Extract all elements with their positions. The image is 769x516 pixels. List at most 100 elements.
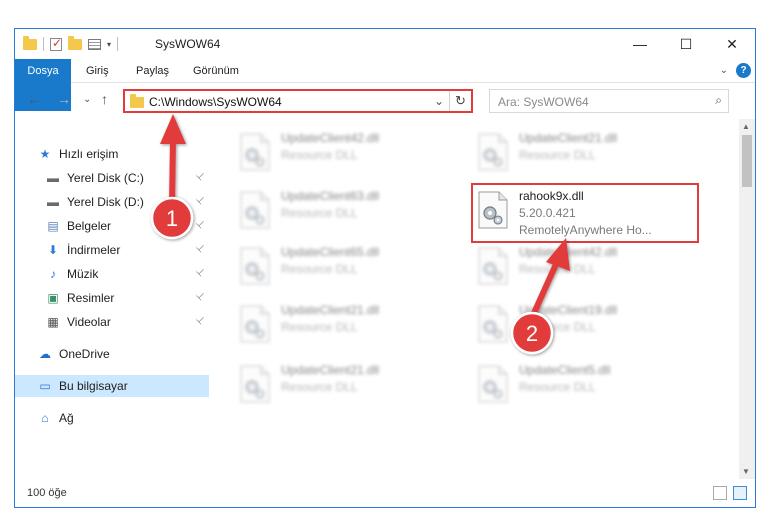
file-item[interactable]: UpdateClient65.dll Resource DLL: [235, 241, 455, 293]
file-name: UpdateClient19.dll: [519, 303, 618, 317]
sidebar-item[interactable]: ▤ Belgeler ⊥: [15, 215, 209, 237]
dll-file-icon: [239, 133, 271, 171]
minimize-button[interactable]: —: [617, 29, 663, 59]
search-placeholder[interactable]: Ara: SysWOW64: [498, 95, 589, 109]
dll-file-icon: [239, 247, 271, 285]
dll-file-icon: [477, 133, 509, 171]
sidebar-item[interactable]: ♪ Müzik ⊥: [15, 263, 209, 285]
sidebar-item-label: Hızlı erişim: [59, 147, 119, 161]
navigation-pane: ★ Hızlı erişim ▬ Yerel Disk (C:) ⊥ ▬ Yerel Dis…: [15, 119, 215, 479]
file-name: rahook9x.dll: [519, 189, 584, 203]
pin-icon[interactable]: ⊥: [194, 194, 208, 208]
file-item[interactable]: UpdateClient42.dll Resource DLL: [235, 127, 455, 179]
close-button[interactable]: ✕: [709, 29, 755, 59]
tab-view[interactable]: Görünüm: [193, 59, 239, 83]
properties-check-icon[interactable]: [50, 36, 62, 51]
folder-icon: [23, 35, 37, 50]
maximize-button[interactable]: ☐: [663, 29, 709, 59]
file-name: UpdateClient63.dll: [281, 189, 380, 203]
file-detail: Resource DLL: [519, 262, 596, 276]
sidebar-item[interactable]: ★ Hızlı erişim: [15, 143, 209, 165]
sidebar-item[interactable]: ☁ OneDrive: [15, 343, 209, 365]
file-name: UpdateClient42.dll: [519, 245, 618, 259]
sidebar-item[interactable]: ▬ Yerel Disk (D:) ⊥: [15, 191, 209, 213]
pin-icon[interactable]: ⊥: [194, 266, 208, 280]
toolbar-dropdown-icon[interactable]: ▾: [107, 40, 111, 49]
file-detail: Resource DLL: [281, 148, 358, 162]
vertical-scrollbar[interactable]: ▲ ▼: [739, 119, 755, 479]
file-name: UpdateClient21.dll: [281, 303, 380, 317]
pin-icon[interactable]: ⊥: [194, 170, 208, 184]
file-description: RemotelyAnywhere Ho...: [519, 223, 652, 237]
file-item[interactable]: UpdateClient42.dll Resource DLL: [473, 241, 693, 293]
pin-icon[interactable]: ⊥: [194, 218, 208, 232]
address-bar[interactable]: C:\Windows\SysWOW64 ⌄ ↻: [123, 89, 473, 113]
cloud-icon: ☁: [39, 347, 51, 361]
search-icon[interactable]: ⌕: [715, 93, 722, 108]
pictures-icon: ▣: [47, 291, 59, 305]
file-item[interactable]: UpdateClient63.dll Resource DLL: [235, 185, 455, 237]
expand-ribbon-icon[interactable]: ⌄: [720, 65, 728, 76]
file-item[interactable]: UpdateClient19.dll Resource DLL: [473, 299, 693, 351]
new-folder-icon[interactable]: [68, 35, 82, 50]
file-item-highlighted[interactable]: rahook9x.dll 5.20.0.421 RemotelyAnywhere H…: [471, 183, 699, 243]
address-path[interactable]: C:\Windows\SysWOW64: [149, 95, 282, 109]
recent-locations-button[interactable]: ⌄: [83, 94, 91, 105]
file-item[interactable]: UpdateClient21.dll Resource DLL: [235, 359, 455, 411]
file-name: UpdateClient42.dll: [281, 131, 380, 145]
scroll-up-icon[interactable]: ▲: [742, 122, 750, 131]
file-detail: Resource DLL: [519, 380, 596, 394]
computer-icon: ▭: [39, 379, 51, 393]
title-bar: ▾ SysWOW64 — ☐ ✕: [15, 29, 755, 59]
tab-share[interactable]: Paylaş: [136, 59, 169, 83]
scrollbar-thumb[interactable]: [742, 135, 752, 187]
details-view-icon[interactable]: [713, 486, 727, 500]
item-count: 100 öğe: [27, 487, 67, 499]
file-item[interactable]: UpdateClient21.dll Resource DLL: [473, 127, 693, 179]
dll-file-icon: [477, 247, 509, 285]
divider: [117, 37, 119, 51]
sidebar-item[interactable]: ▣ Resimler ⊥: [15, 287, 209, 309]
folder-icon: [130, 94, 144, 108]
file-detail: Resource DLL: [281, 320, 358, 334]
sidebar-item-label: Bu bilgisayar: [59, 379, 128, 393]
forward-button[interactable]: →: [57, 91, 71, 107]
sidebar-item[interactable]: ▦ Videolar ⊥: [15, 311, 209, 333]
tab-home[interactable]: Giriş: [86, 59, 109, 83]
dll-file-icon: [239, 305, 271, 343]
quick-access-toolbar: ▾: [23, 35, 119, 53]
sidebar-item-label: Belgeler: [67, 219, 112, 233]
file-item[interactable]: UpdateClient21.dll Resource DLL: [235, 299, 455, 351]
customize-toolbar-icon[interactable]: [88, 38, 101, 50]
file-name: UpdateClient65.dll: [281, 245, 380, 259]
file-detail: Resource DLL: [281, 380, 358, 394]
download-icon: ⬇: [47, 243, 59, 257]
sidebar-item-label: Ağ: [59, 411, 74, 425]
pin-icon[interactable]: ⊥: [194, 290, 208, 304]
refresh-icon[interactable]: ↻: [449, 91, 471, 111]
dll-file-icon: [477, 365, 509, 403]
tiles-view-icon[interactable]: [733, 486, 747, 500]
scroll-down-icon[interactable]: ▼: [742, 467, 750, 476]
pin-icon[interactable]: ⊥: [194, 242, 208, 256]
file-item[interactable]: UpdateClient5.dll Resource DLL: [473, 359, 693, 411]
address-dropdown-icon[interactable]: ⌄: [434, 94, 444, 108]
file-name: UpdateClient21.dll: [519, 131, 618, 145]
address-row: ← → ⌄ ↑ C:\Windows\SysWOW64 ⌄ ↻ Ara: Sys…: [15, 85, 755, 117]
sidebar-item[interactable]: ▬ Yerel Disk (C:) ⊥: [15, 167, 209, 189]
sidebar-item[interactable]: ⬇ İndirmeler ⊥: [15, 239, 209, 261]
search-box[interactable]: Ara: SysWOW64 ⌕: [489, 89, 729, 113]
sidebar-item[interactable]: ▭ Bu bilgisayar: [15, 375, 209, 397]
sidebar-item-label: İndirmeler: [67, 243, 121, 257]
back-button[interactable]: ←: [27, 91, 41, 107]
help-icon[interactable]: ?: [736, 63, 751, 78]
dll-file-icon: [239, 365, 271, 403]
divider: [43, 37, 44, 51]
up-button[interactable]: ↑: [101, 91, 108, 107]
ribbon-tabs: Dosya Giriş Paylaş Görünüm ⌄ ?: [15, 59, 755, 111]
file-detail: Resource DLL: [519, 148, 596, 162]
pin-icon[interactable]: ⊥: [194, 314, 208, 328]
explorer-window: ▾ SysWOW64 — ☐ ✕ Dosya Giriş Paylaş Görü…: [14, 28, 756, 508]
file-detail: Resource DLL: [519, 320, 596, 334]
sidebar-item[interactable]: ⌂ Ağ: [15, 407, 209, 429]
